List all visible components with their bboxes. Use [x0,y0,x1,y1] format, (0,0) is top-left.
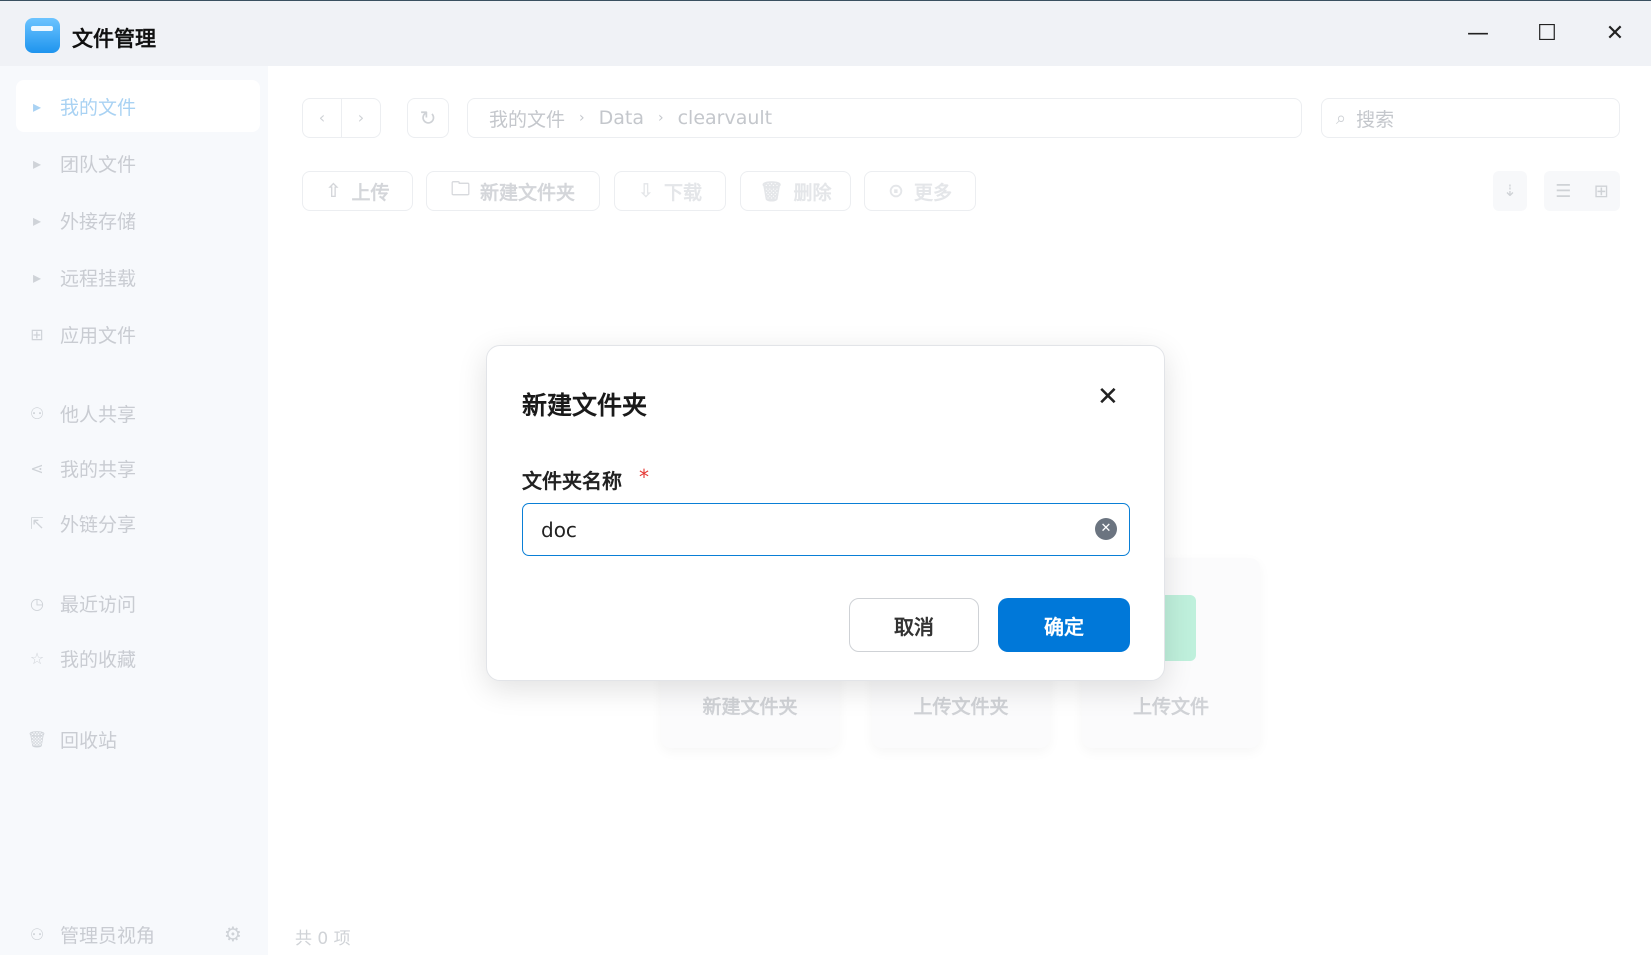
breadcrumb: 我的文件 › Data › clearvault [467,98,1302,138]
delete-button[interactable]: 🗑 删除 [740,171,851,211]
breadcrumb-item[interactable]: clearvault [678,107,773,129]
view-toggle: ☰ ⊞ [1544,171,1620,211]
sidebar-item-label: 我的收藏 [60,648,137,671]
star-icon: ☆ [29,648,45,668]
grid-view-icon[interactable]: ⊞ [1594,181,1609,202]
sidebar-item-recent[interactable]: ◷ 最近访问 [26,588,136,618]
settings-gear-icon[interactable]: ⚙ [224,922,242,946]
sidebar-item-link-shares[interactable]: ⇱ 外链分享 [26,508,136,538]
sidebar-item-label: 最近访问 [60,593,137,616]
folder-name-input[interactable]: doc ✕ [522,503,1130,556]
sidebar-item-label: 他人共享 [60,403,137,426]
search-placeholder: 搜索 [1356,108,1395,131]
upload-button[interactable]: ⇧ 上传 [302,171,413,211]
search-input[interactable]: ⌕ 搜索 [1321,98,1620,138]
sidebar-item-my-files[interactable]: ▸ 我的文件 [26,91,136,121]
search-icon: ⌕ [1336,107,1347,129]
sidebar-item-label: 外链分享 [60,513,137,536]
refresh-button[interactable]: ↻ [407,98,449,138]
folder-name-label: 文件夹名称 [522,469,622,493]
download-button[interactable]: ⇩ 下载 [614,171,726,211]
minimize-button[interactable]: — [1463,19,1493,49]
sidebar-item-label: 团队文件 [60,153,137,176]
more-icon: ⊙ [888,180,904,202]
admin-view-label: 管理员视角 [60,924,156,947]
sidebar-item-my-shares[interactable]: ⋖ 我的共享 [26,453,136,483]
admin-user-icon: ⚇ [29,924,45,944]
maximize-button[interactable]: ☐ [1532,19,1562,49]
sidebar-item-label: 我的共享 [60,458,137,481]
input-value: doc [541,517,577,542]
clear-input-icon[interactable]: ✕ [1095,518,1117,540]
nav-buttons: ‹ › [302,98,381,138]
sidebar-item-recycle-bin[interactable]: 🗑 回收站 [26,724,117,754]
app-title: 文件管理 [72,27,156,51]
breadcrumb-item[interactable]: Data [599,107,644,129]
close-window-button[interactable]: ✕ [1600,19,1630,49]
breadcrumb-item[interactable]: 我的文件 [489,105,565,132]
download-label: 下载 [663,181,702,204]
cancel-button[interactable]: 取消 [849,598,979,652]
action-label: 新建文件夹 [702,696,798,718]
title-bar: 文件管理 — ☐ ✕ [0,0,1651,66]
upload-icon: ⇧ [325,180,342,202]
dialog-title: 新建文件夹 [522,391,648,420]
delete-label: 删除 [793,181,832,204]
folder-plus-icon: 🗀 [450,178,470,200]
sort-button[interactable]: ⇣ [1493,171,1527,211]
action-label: 上传文件夹 [913,696,1009,718]
sidebar-item-external-storage[interactable]: ▸ 外接存储 [26,205,136,235]
new-folder-dialog: 新建文件夹 ✕ 文件夹名称 * doc ✕ 取消 确定 [486,345,1165,681]
sidebar-item-app-files[interactable]: ⊞ 应用文件 [26,319,136,349]
dialog-close-icon[interactable]: ✕ [1097,382,1119,412]
caret-right-icon: ▸ [32,267,42,287]
more-button[interactable]: ⊙ 更多 [864,171,976,211]
sidebar-item-shared-with-me[interactable]: ⚇ 他人共享 [26,398,136,428]
sidebar-item-favorites[interactable]: ☆ 我的收藏 [26,643,136,673]
upload-label: 上传 [351,181,390,204]
list-view-icon[interactable]: ☰ [1555,181,1571,202]
item-count: 共 0 项 [295,929,351,949]
share-icon: ⋖ [30,458,44,478]
caret-right-icon: ▸ [32,153,42,173]
new-folder-button[interactable]: 🗀 新建文件夹 [426,171,600,211]
trash-icon: 🗑 [759,180,784,203]
caret-right-icon: ▸ [32,210,42,230]
download-icon: ⇩ [638,180,654,202]
app-logo-icon [25,18,60,53]
apps-icon: ⊞ [30,324,44,344]
admin-view-toggle[interactable]: ⚇ 管理员视角 [26,919,155,949]
new-folder-label: 新建文件夹 [480,181,576,204]
external-share-icon: ⇱ [30,513,44,533]
action-label: 上传文件 [1132,696,1209,718]
chevron-right-icon: › [658,110,664,126]
chevron-right-icon: › [579,110,585,126]
users-icon: ⚇ [29,403,45,423]
sidebar-item-team-files[interactable]: ▸ 团队文件 [26,148,136,178]
back-button[interactable]: ‹ [303,99,342,137]
required-mark: * [639,465,649,489]
more-label: 更多 [913,181,952,204]
trash-icon: 🗑 [26,729,48,749]
sidebar-item-remote-mount[interactable]: ▸ 远程挂载 [26,262,136,292]
caret-right-icon: ▸ [32,96,42,116]
confirm-button[interactable]: 确定 [998,598,1130,652]
sidebar-item-label: 远程挂载 [60,267,137,290]
sidebar-item-label: 回收站 [60,729,118,752]
sidebar-item-label: 外接存储 [60,210,137,233]
sidebar-item-label: 应用文件 [60,324,137,347]
sidebar-item-label: 我的文件 [60,96,137,119]
forward-button[interactable]: › [342,99,380,137]
clock-icon: ◷ [30,593,44,613]
